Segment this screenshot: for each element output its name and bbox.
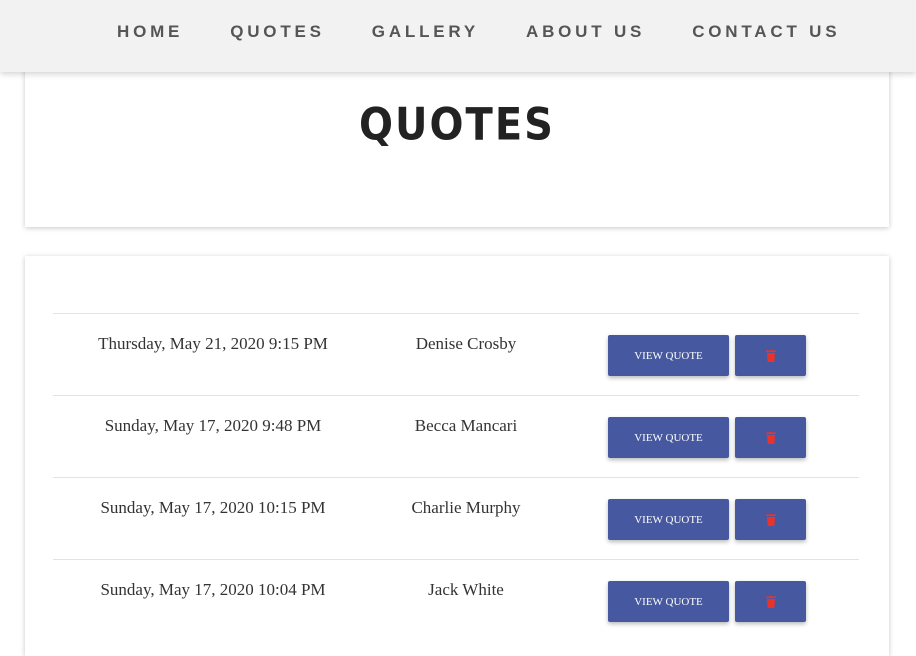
- trash-icon: [765, 595, 776, 608]
- quote-row: Sunday, May 17, 2020 9:48 PM Becca Manca…: [53, 395, 859, 477]
- view-quote-button[interactable]: VIEW QUOTE: [608, 335, 729, 376]
- nav-item-gallery[interactable]: GALLERY: [372, 22, 479, 42]
- nav-menu: HOME QUOTES GALLERY ABOUT US CONTACT US: [117, 22, 840, 42]
- nav-item-quotes[interactable]: QUOTES: [230, 22, 325, 42]
- delete-quote-button[interactable]: [735, 499, 806, 540]
- view-quote-button[interactable]: VIEW QUOTE: [608, 499, 729, 540]
- nav-item-home[interactable]: HOME: [117, 22, 183, 42]
- trash-icon: [765, 349, 776, 362]
- quote-row: Sunday, May 17, 2020 10:04 PM Jack White…: [53, 559, 859, 641]
- quote-row: Sunday, May 17, 2020 10:15 PM Charlie Mu…: [53, 477, 859, 559]
- delete-quote-button[interactable]: [735, 581, 806, 622]
- quote-author: Charlie Murphy: [411, 498, 521, 517]
- quote-author: Becca Mancari: [414, 416, 518, 435]
- delete-quote-button[interactable]: [735, 335, 806, 376]
- delete-quote-button[interactable]: [735, 417, 806, 458]
- view-quote-button[interactable]: VIEW QUOTE: [608, 417, 729, 458]
- trash-icon: [765, 431, 776, 444]
- quote-date: Sunday, May 17, 2020 9:48 PM: [104, 416, 322, 435]
- nav-item-about-us[interactable]: ABOUT US: [526, 22, 645, 42]
- view-quote-button[interactable]: VIEW QUOTE: [608, 581, 729, 622]
- nav-item-contact-us[interactable]: CONTACT US: [692, 22, 840, 42]
- quote-row: Thursday, May 21, 2020 9:15 PM Denise Cr…: [53, 313, 859, 395]
- quotes-list-card: Thursday, May 21, 2020 9:15 PM Denise Cr…: [25, 256, 889, 656]
- quote-author: Denise Crosby: [415, 334, 517, 353]
- top-navbar: HOME QUOTES GALLERY ABOUT US CONTACT US: [0, 0, 916, 72]
- page-title: QUOTES: [359, 99, 555, 151]
- quote-date: Thursday, May 21, 2020 9:15 PM: [98, 334, 328, 353]
- trash-icon: [765, 513, 776, 526]
- quote-author: Jack White: [428, 580, 504, 599]
- quote-date: Sunday, May 17, 2020 10:15 PM: [100, 498, 326, 517]
- quotes-table: Thursday, May 21, 2020 9:15 PM Denise Cr…: [53, 313, 859, 641]
- quote-date: Sunday, May 17, 2020 10:04 PM: [100, 580, 326, 599]
